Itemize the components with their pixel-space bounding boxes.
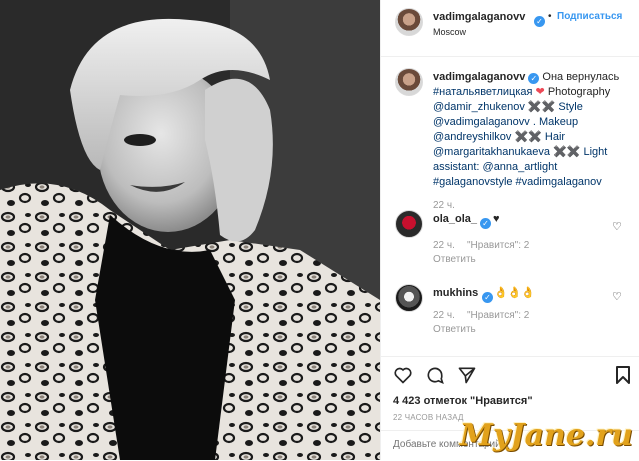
verified-badge-icon: ✓	[477, 212, 491, 230]
comment-username[interactable]: ola_ola_	[433, 213, 477, 225]
header-separator: •	[548, 11, 552, 22]
caption-line-7: @margaritakhanukaeva ✖️✖️ Light	[433, 146, 608, 158]
comment-text: 👌👌👌	[494, 287, 536, 299]
comment-time: 22 ч.	[433, 240, 455, 251]
caption-line-5: @vadimgalaganovv . Makeup	[433, 116, 579, 128]
caption-line-8: assistant: @anna_artlight	[433, 161, 558, 173]
comment-like-icon[interactable]: ♡	[612, 290, 622, 303]
caption-time[interactable]: 22 ч.	[433, 198, 633, 213]
caption-line-6: @andreyshilkov ✖️✖️ Hair	[433, 131, 566, 143]
post-header: vadimgalaganovv ✓ • Подписаться Moscow	[381, 0, 639, 57]
caption-username[interactable]: vadimgalaganovv	[433, 71, 525, 83]
comment-avatar[interactable]	[395, 210, 423, 238]
portrait-image	[0, 0, 380, 460]
comment-reply-button[interactable]: Ответить	[433, 324, 476, 335]
caption-line-9: #galaganovstyle #vadimgalaganov	[433, 176, 602, 188]
comment-likes[interactable]: "Нравится": 2	[467, 240, 529, 251]
comment-username[interactable]: mukhins	[433, 287, 478, 299]
verified-badge-icon: ✓	[479, 286, 493, 304]
author-avatar[interactable]	[395, 8, 423, 36]
comment-like-icon[interactable]: ♡	[612, 220, 622, 233]
post-timestamp[interactable]: 22 ЧАСОВ НАЗАД	[393, 413, 464, 422]
share-plane-icon[interactable]	[457, 365, 477, 390]
author-username[interactable]: vadimgalaganovv	[433, 11, 525, 23]
comment-reply-button[interactable]: Ответить	[433, 254, 476, 265]
heart-outline-icon[interactable]	[393, 365, 413, 390]
likes-count[interactable]: 4 423 отметок "Нравится"	[393, 395, 533, 407]
comment-text: ♥	[493, 213, 500, 225]
comment-likes[interactable]: "Нравится": 2	[467, 310, 529, 321]
caption-line-1: Она вернулась	[542, 71, 620, 83]
comment-time: 22 ч.	[433, 310, 455, 321]
caption-line-4: @damir_zhukenov ✖️✖️ Style	[433, 101, 583, 113]
post-caption: vadimgalaganovv ✓ Она вернулась #натальяв…	[433, 70, 633, 213]
red-heart-icon: ❤	[535, 86, 545, 98]
caption-line-photography: Photography	[547, 86, 611, 98]
post-photo[interactable]	[0, 0, 380, 460]
site-watermark-logo: MyJane.ru	[459, 418, 633, 453]
post-location[interactable]: Moscow	[433, 27, 466, 37]
caption-avatar[interactable]	[395, 68, 423, 96]
comment-bubble-icon[interactable]	[425, 365, 445, 390]
bookmark-icon[interactable]	[615, 365, 631, 390]
hashtag-link[interactable]: #натальяветлицкая	[433, 86, 532, 98]
verified-badge-icon: ✓	[528, 73, 540, 84]
verified-badge-icon: ✓	[531, 10, 545, 28]
comment-avatar[interactable]	[395, 284, 423, 312]
follow-button[interactable]: Подписаться	[557, 11, 622, 22]
post-side-panel: vadimgalaganovv ✓ • Подписаться Moscow v…	[380, 0, 639, 460]
